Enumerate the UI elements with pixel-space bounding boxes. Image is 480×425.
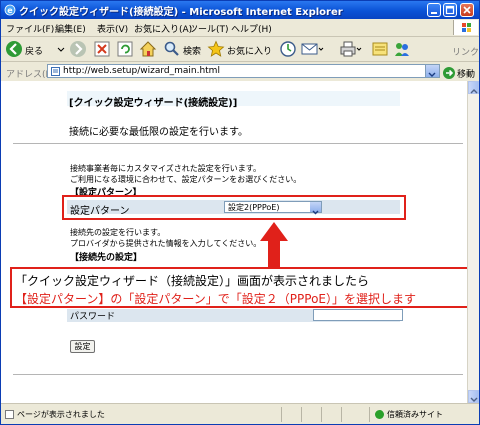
- status-text: ページが表示されました: [17, 410, 105, 419]
- scroll-down-button[interactable]: [468, 390, 479, 403]
- messenger-icon: [395, 43, 409, 56]
- go-arrow-icon: [443, 67, 455, 79]
- standard-toolbar: 戻る 検索 お気に入り リンク: [1, 37, 479, 62]
- page-subtitle: 接続に必要な最低限の設定を行います。: [69, 127, 248, 138]
- status-divider: [301, 407, 302, 422]
- address-url: http://web.setup/wizard_main.html: [63, 66, 220, 76]
- divider-bottom: [13, 374, 463, 375]
- chevron-down-icon: [57, 47, 65, 52]
- highlight-box: [62, 195, 406, 220]
- refresh-button[interactable]: [116, 39, 134, 59]
- windows-flag-icon: [462, 23, 471, 32]
- address-bar: アドレス(D) http://web.setup/wizard_main.htm…: [1, 62, 479, 82]
- scroll-up-button[interactable]: [468, 81, 479, 94]
- menu-edit[interactable]: 編集(E): [55, 22, 86, 35]
- up-arrow-icon: [260, 222, 288, 268]
- status-divider: [321, 407, 322, 422]
- address-dropdown[interactable]: [425, 65, 439, 77]
- page-title: [クイック設定ウィザード(接続設定)]: [69, 98, 238, 109]
- vertical-scrollbar[interactable]: [467, 81, 479, 403]
- note-icon: [372, 42, 388, 56]
- instruction-line2: 【設定パターン】の「設定パターン」で「設定２（PPPoE）」を選択します: [15, 292, 417, 306]
- history-icon: [280, 41, 296, 57]
- ie-icon: e: [4, 4, 16, 16]
- browser-window: e クイック設定ウィザード(接続設定) - Microsoft Internet…: [0, 0, 480, 425]
- status-divider: [281, 407, 282, 422]
- page-content: [クイック設定ウィザード(接続設定)] 接続に必要な最低限の設定を行います。 接…: [1, 81, 467, 403]
- go-button[interactable]: 移動: [442, 64, 478, 80]
- menu-help[interactable]: ヘルプ(H): [231, 22, 272, 35]
- status-divider: [341, 407, 342, 422]
- maximize-button[interactable]: [443, 3, 457, 17]
- forward-arrow-icon: [70, 41, 86, 57]
- trusted-zone-icon: [375, 410, 384, 419]
- address-field[interactable]: http://web.setup/wizard_main.html: [47, 64, 440, 78]
- status-bar: ページが表示されました 信頼済みサイト: [1, 403, 479, 424]
- home-icon: [139, 41, 157, 57]
- stop-icon: [94, 41, 110, 57]
- print-button[interactable]: [339, 39, 365, 59]
- windows-logo: [453, 20, 478, 35]
- mail-button[interactable]: [301, 39, 327, 59]
- messenger-button[interactable]: [393, 39, 411, 59]
- instruction-line1: 「クイック設定ウィザード（接続設定）」画面が表示されましたら: [15, 274, 370, 288]
- forward-button[interactable]: [69, 39, 91, 59]
- password-input[interactable]: [313, 309, 403, 321]
- favorites-button[interactable]: お気に入り: [207, 39, 272, 59]
- instruction-callout: 「クイック設定ウィザード（接続設定）」画面が表示されましたら 【設定パターン】の…: [10, 267, 467, 308]
- chevron-up-icon: [470, 89, 478, 94]
- back-button[interactable]: 戻る: [5, 39, 55, 59]
- home-button[interactable]: [139, 39, 157, 59]
- minimize-button[interactable]: [427, 3, 441, 17]
- mail-icon: [301, 43, 324, 55]
- history-button[interactable]: [279, 39, 297, 59]
- submit-button[interactable]: 設定: [70, 340, 95, 353]
- pattern-description-line1: 接続事業者毎にカスタマイズされた設定を行います。: [70, 164, 261, 173]
- page-icon: [5, 410, 14, 419]
- security-zone: 信頼済みサイト: [387, 410, 443, 419]
- password-label: パスワード: [70, 312, 116, 322]
- menu-favorites[interactable]: お気に入り(A): [134, 22, 192, 35]
- window-title: クイック設定ウィザード(接続設定) - Microsoft Internet E…: [19, 7, 343, 18]
- refresh-icon: [117, 41, 133, 57]
- title-bar: e クイック設定ウィザード(接続設定) - Microsoft Internet…: [1, 1, 479, 19]
- print-icon: [340, 41, 362, 57]
- connection-description-line2: プロバイダから提供された情報を入力してください。: [70, 239, 262, 248]
- minimize-icon: [431, 12, 437, 14]
- menu-file[interactable]: ファイル(F): [6, 22, 54, 35]
- maximize-icon: [445, 5, 455, 15]
- menu-view[interactable]: 表示(V): [97, 22, 128, 35]
- links-label[interactable]: リンク: [452, 45, 479, 58]
- pattern-description-line2: ご利用になる環境に合わせて、設定パターンをお選びください。: [70, 175, 302, 184]
- back-dropdown[interactable]: [57, 39, 67, 59]
- search-button[interactable]: 検索: [163, 39, 203, 59]
- star-icon: [207, 40, 225, 57]
- section-connection-heading: 【接続先の設定】: [70, 253, 143, 263]
- chevron-down-icon: [428, 72, 436, 77]
- close-icon: [463, 6, 471, 14]
- connection-description-line1: 接続先の設定を行います。: [70, 228, 166, 237]
- stop-button[interactable]: [93, 39, 111, 59]
- svg-text:e: e: [7, 6, 13, 15]
- search-icon: [164, 41, 179, 56]
- page-icon: [51, 67, 60, 76]
- menu-bar: ファイル(F) 編集(E) 表示(V) お気に入り(A) ツール(T) ヘルプ(…: [1, 19, 479, 37]
- divider: [13, 143, 463, 144]
- edit-button[interactable]: [371, 39, 389, 59]
- back-arrow-icon: [6, 41, 22, 57]
- menu-tools[interactable]: ツール(T): [189, 22, 229, 35]
- status-divider: [369, 407, 370, 422]
- close-button[interactable]: [460, 3, 474, 17]
